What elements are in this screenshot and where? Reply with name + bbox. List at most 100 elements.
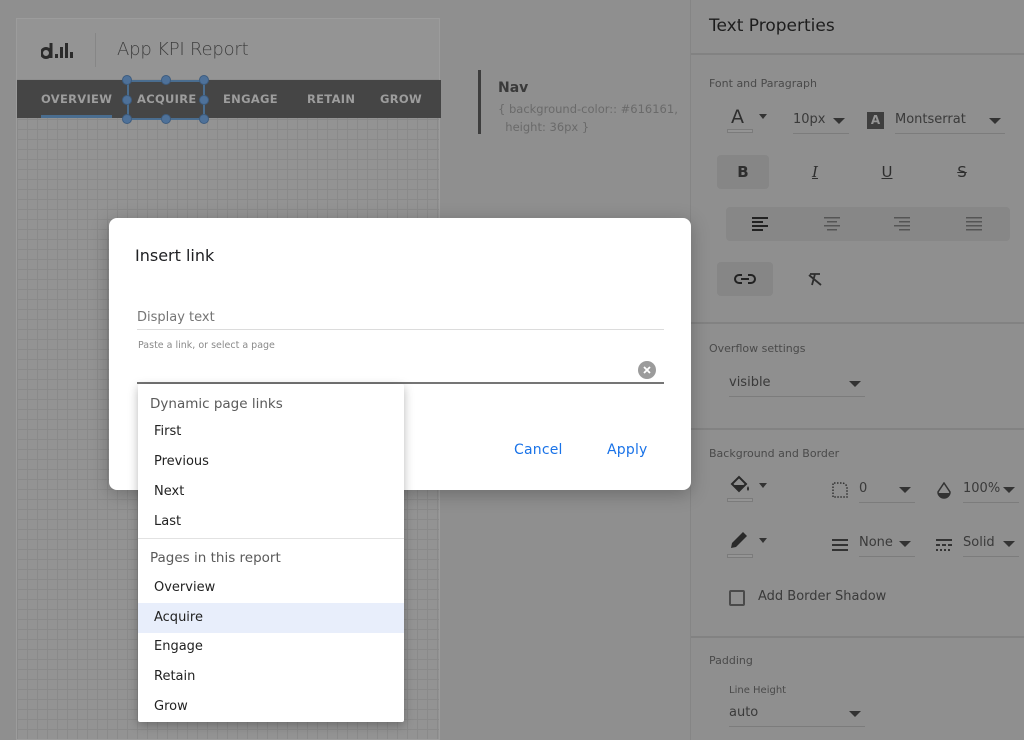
- caret-down-icon: [899, 541, 911, 547]
- border-shadow-label: Add Border Shadow: [758, 589, 887, 604]
- border-weight-select[interactable]: None: [859, 531, 915, 557]
- align-center-button[interactable]: [806, 207, 858, 241]
- align-left-button[interactable]: [734, 207, 786, 241]
- caret-down-icon: [849, 381, 861, 387]
- caret-down-icon: [759, 538, 767, 543]
- resize-handle-right[interactable]: [199, 95, 209, 105]
- caret-down-icon: [1003, 487, 1015, 493]
- border-radius-select[interactable]: 0: [859, 477, 915, 503]
- menu-item-previous[interactable]: Previous: [138, 447, 404, 477]
- font-color-picker[interactable]: A: [727, 106, 771, 134]
- section-label-background: Background and Border: [709, 447, 840, 460]
- section-label-overflow: Overflow settings: [709, 342, 806, 355]
- panel-title: Text Properties: [709, 16, 835, 36]
- line-height-value: auto: [729, 705, 759, 720]
- color-swatch: [727, 498, 753, 502]
- nav-tab-retain[interactable]: RETAIN: [307, 80, 355, 118]
- resize-handle-bottom-right[interactable]: [199, 114, 209, 124]
- align-right-button[interactable]: [876, 207, 928, 241]
- line-weight-icon: [832, 539, 848, 551]
- section-label-padding: Padding: [709, 654, 753, 667]
- font-size-value: 10px: [793, 112, 826, 127]
- align-center-icon: [824, 217, 840, 231]
- caret-down-icon: [989, 118, 1001, 124]
- resize-handle-top[interactable]: [161, 75, 171, 85]
- italic-icon: I: [812, 163, 818, 181]
- resize-handle-left[interactable]: [122, 95, 132, 105]
- menu-item-overview[interactable]: Overview: [138, 573, 404, 603]
- font-family-select[interactable]: Montserrat: [895, 108, 1005, 134]
- border-weight-value: None: [859, 535, 893, 550]
- align-justify-icon: [966, 217, 982, 231]
- line-height-label: Line Height: [729, 685, 787, 696]
- menu-divider: [138, 538, 404, 539]
- apply-button[interactable]: Apply: [607, 442, 648, 458]
- resize-handle-bottom-left[interactable]: [122, 114, 132, 124]
- insert-link-button[interactable]: [717, 262, 773, 296]
- align-right-icon: [894, 217, 910, 231]
- caret-down-icon: [833, 118, 845, 124]
- line-height-select[interactable]: auto: [729, 701, 865, 727]
- datalabs-logo-icon: [41, 43, 73, 59]
- menu-item-grow[interactable]: Grow: [138, 692, 404, 722]
- nav-tab-overview[interactable]: OVERVIEW: [41, 80, 113, 118]
- menu-item-acquire[interactable]: Acquire: [138, 603, 404, 633]
- border-color-picker[interactable]: [727, 530, 771, 560]
- font-family-icon: A: [867, 112, 884, 129]
- menu-header-dynamic: Dynamic page links: [150, 396, 283, 412]
- border-style-value: Solid: [963, 535, 995, 550]
- clear-formatting-button[interactable]: [789, 262, 841, 296]
- clear-icon: [643, 366, 651, 374]
- align-justify-button[interactable]: [948, 207, 1000, 241]
- menu-item-retain[interactable]: Retain: [138, 662, 404, 692]
- resize-handle-top-left[interactable]: [122, 75, 132, 85]
- menu-header-pages: Pages in this report: [150, 550, 281, 566]
- border-style-select[interactable]: Solid: [963, 531, 1019, 557]
- strikethrough-button[interactable]: S: [936, 155, 988, 189]
- menu-item-first[interactable]: First: [138, 417, 404, 447]
- border-shadow-checkbox[interactable]: [729, 590, 745, 606]
- menu-item-engage[interactable]: Engage: [138, 632, 404, 662]
- report-nav-bar[interactable]: OVERVIEW ACQUIRE ENGAGE RETAIN GROW: [17, 80, 441, 118]
- underline-button[interactable]: U: [861, 155, 913, 189]
- color-swatch: [727, 554, 753, 558]
- opacity-value: 100%: [963, 481, 1001, 496]
- link-field[interactable]: [137, 360, 664, 384]
- color-swatch: [727, 129, 753, 133]
- alignment-group: [726, 207, 1010, 241]
- font-size-select[interactable]: 10px: [793, 108, 849, 134]
- menu-item-last[interactable]: Last: [138, 507, 404, 537]
- overflow-value: visible: [729, 375, 771, 390]
- menu-item-next[interactable]: Next: [138, 477, 404, 507]
- overflow-select[interactable]: visible: [729, 371, 865, 397]
- divider: [691, 428, 1024, 430]
- clear-link-button[interactable]: [638, 361, 656, 379]
- text-properties-panel: Text Properties Font and Paragraph A 10p…: [690, 0, 1024, 740]
- italic-button[interactable]: I: [789, 155, 841, 189]
- resize-handle-top-right[interactable]: [199, 75, 209, 85]
- report-title: App KPI Report: [117, 39, 249, 60]
- border-radius-value: 0: [859, 481, 868, 496]
- line-style-icon: [936, 539, 952, 551]
- bold-icon: B: [737, 163, 749, 181]
- cancel-button[interactable]: Cancel: [514, 442, 563, 458]
- strikethrough-icon: S: [957, 163, 967, 181]
- fill-color-picker[interactable]: [727, 474, 771, 504]
- caret-down-icon: [849, 711, 861, 717]
- header-divider: [95, 33, 96, 67]
- annotation-title: Nav: [498, 80, 529, 96]
- opacity-select[interactable]: 100%: [963, 477, 1019, 503]
- annotation-bar: [478, 70, 481, 134]
- nav-tab-grow[interactable]: GROW: [380, 80, 422, 118]
- divider: [691, 636, 1024, 638]
- report-header: App KPI Report: [17, 19, 439, 80]
- text-color-icon: A: [731, 106, 744, 128]
- border-radius-icon: [832, 482, 848, 498]
- display-text-field[interactable]: [137, 306, 664, 330]
- underline-icon: U: [881, 163, 893, 181]
- divider: [691, 322, 1024, 324]
- resize-handle-bottom[interactable]: [161, 114, 171, 124]
- nav-tab-engage[interactable]: ENGAGE: [223, 80, 278, 118]
- bold-button[interactable]: B: [717, 155, 769, 189]
- font-family-value: Montserrat: [895, 112, 966, 127]
